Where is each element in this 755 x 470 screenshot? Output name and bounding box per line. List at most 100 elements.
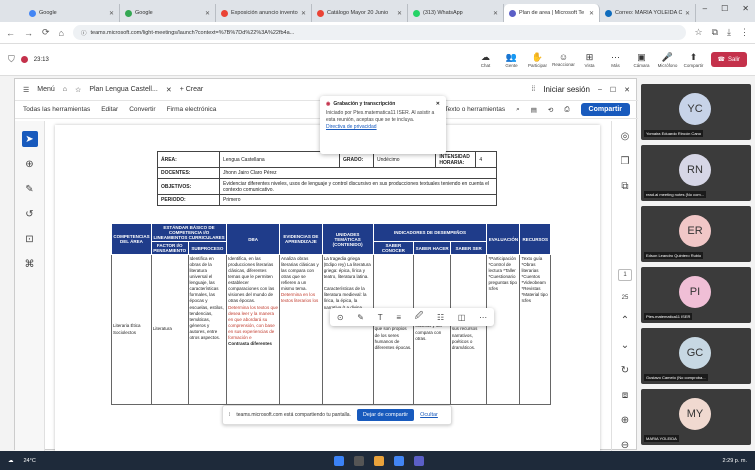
format-tool-icon[interactable]: ✎ [357, 313, 364, 322]
star-icon[interactable]: ☆ [75, 86, 81, 94]
close-tab-icon[interactable]: ✕ [685, 10, 690, 17]
back-icon[interactable]: ← [6, 28, 15, 38]
files-icon[interactable] [374, 455, 385, 466]
save-icon[interactable]: ▤ [531, 106, 537, 114]
cursor-tool-icon[interactable]: ➤ [21, 131, 38, 147]
forward-icon[interactable]: → [24, 28, 33, 38]
copy-icon[interactable]: ⧉ [621, 181, 628, 192]
close-tab-icon[interactable]: ✕ [166, 86, 172, 94]
participant-tile[interactable]: PI Ptes.matematica11 ISER [641, 267, 751, 323]
privacy-link[interactable]: Directiva de privacidad [326, 124, 377, 130]
browser-tab-6[interactable]: Correo: MARIA YOLEIDA CANS✕ [600, 4, 696, 22]
doc-title[interactable]: Plan Lengua Castell... [89, 86, 158, 93]
close-tab-icon[interactable]: ✕ [109, 10, 114, 17]
download-icon[interactable]: ⤓ [727, 27, 731, 38]
stamp-tool-icon[interactable]: ⌘ [22, 256, 38, 272]
close-icon[interactable]: ✕ [436, 101, 440, 108]
reload-icon[interactable]: ⟳ [42, 27, 50, 38]
participant-tile[interactable]: YC Yomaira Eduardo Rincón Cano [641, 84, 751, 140]
browser-tab-1[interactable]: Google ✕ [120, 4, 216, 22]
close-icon[interactable]: ✕ [624, 86, 630, 94]
participant-tile[interactable]: MY MARIA YOLEIDA [641, 389, 751, 445]
format-tool-icon[interactable]: ◫ [458, 313, 466, 322]
site-info-icon[interactable]: ⓘ [81, 29, 87, 37]
teams-control-participar[interactable]: ✋ Participar [527, 52, 549, 68]
home-icon[interactable]: ⌂ [59, 28, 64, 38]
fit-page-icon[interactable]: ⧈ [622, 390, 628, 401]
ribbon-item-0[interactable]: Todas las herramientas [23, 106, 90, 113]
drag-handle-icon[interactable]: ⁞ [229, 412, 230, 418]
participant-tile[interactable]: RN read.ai meeting notes (No com... [641, 145, 751, 201]
menu-label[interactable]: Menú [37, 86, 55, 93]
new-button[interactable]: + Crear [180, 86, 204, 93]
comment-icon[interactable]: ◎ [621, 131, 630, 142]
format-tool-icon[interactable]: ☷ [437, 313, 444, 322]
minimize-icon[interactable]: – [598, 86, 602, 93]
print-icon[interactable]: ⎙ [564, 106, 569, 114]
ribbon-item-3[interactable]: Firma electrónica [167, 106, 217, 113]
bookmark-star-icon[interactable]: ☆ [695, 27, 703, 38]
bookmark-icon[interactable]: ❒ [621, 156, 630, 167]
search-icon[interactable] [354, 455, 365, 466]
extensions-icon[interactable]: ⧉ [712, 27, 718, 38]
teams-control-chat[interactable]: ☁ Chat [475, 52, 497, 68]
format-tool-icon[interactable]: T [378, 313, 383, 322]
hamburger-icon[interactable]: ☰ [23, 86, 29, 94]
teams-control-cámara[interactable]: ▣ Cámara [631, 52, 653, 68]
teams-icon[interactable] [414, 455, 425, 466]
restore-icon[interactable]: ☐ [610, 86, 616, 94]
start-icon[interactable] [334, 455, 345, 466]
browser-tab-0[interactable]: Google ✕ [24, 4, 120, 22]
teams-control-más[interactable]: ⋯ Más [605, 52, 627, 68]
chevron-down-icon[interactable]: ⌄ [621, 340, 629, 351]
rotate-icon[interactable]: ↻ [621, 365, 629, 376]
maximize-icon[interactable]: ☐ [721, 4, 728, 13]
browser-tab-4[interactable]: (313) WhatsApp ✕ [408, 4, 504, 22]
page-number[interactable]: 1 [618, 269, 632, 281]
control-label: Reaccionar [552, 61, 575, 67]
browser-tab-2[interactable]: Exposición anuncio invento ✕ [216, 4, 312, 22]
teams-control-micrófono[interactable]: 🎤 Micrófono [657, 52, 679, 68]
ribbon-item-1[interactable]: Editar [101, 106, 118, 113]
search-icon[interactable]: ⌕ [516, 106, 520, 114]
format-tool-icon[interactable]: ⋯ [479, 313, 487, 322]
close-tab-icon[interactable]: ✕ [589, 10, 594, 17]
participant-tile[interactable]: GC Gustavo Camelo (No comproba... [641, 328, 751, 384]
close-tab-icon[interactable]: ✕ [397, 10, 402, 17]
hide-button[interactable]: Ocultar [420, 412, 438, 418]
close-tab-icon[interactable]: ✕ [493, 10, 498, 17]
stop-share-button[interactable]: Dejar de compartir [356, 409, 415, 421]
grid-icon[interactable]: ⁞⁞ [531, 86, 535, 93]
share-button[interactable]: Compartir [580, 103, 630, 116]
text-box-tool-icon[interactable]: ⊡ [22, 231, 38, 247]
lasso-tool-icon[interactable]: ↺ [22, 206, 38, 222]
minimize-icon[interactable]: – [703, 4, 707, 13]
close-tab-icon[interactable]: ✕ [301, 10, 306, 17]
pen-tool-icon[interactable]: ✎ [22, 181, 38, 197]
home-icon[interactable]: ⌂ [63, 86, 67, 93]
zoom-out-icon[interactable]: ⊖ [621, 440, 629, 451]
teams-control-reaccionar[interactable]: ☺ Reaccionar [552, 52, 575, 68]
teams-control-vista[interactable]: ⊞ Vista [579, 52, 601, 68]
format-tool-icon[interactable]: 🖉 [415, 310, 424, 324]
browser-menu-icon[interactable]: ⋮ [740, 27, 749, 38]
ribbon-item-2[interactable]: Convertir [129, 106, 155, 113]
close-window-icon[interactable]: ✕ [742, 4, 749, 13]
chrome-icon[interactable] [394, 455, 405, 466]
browser-tab-5[interactable]: Plan de area | Microsoft Te ✕ [504, 4, 600, 22]
teams-control-compartir[interactable]: ⬆ Compartir [683, 52, 705, 68]
close-tab-icon[interactable]: ✕ [205, 10, 210, 17]
teams-control-gente[interactable]: 👥 Gente [501, 52, 523, 68]
chevron-up-icon[interactable]: ⌃ [621, 315, 629, 326]
zoom-tool-icon[interactable]: ⊕ [22, 156, 38, 172]
link-icon[interactable]: ⟲ [548, 106, 553, 114]
signin-link[interactable]: Iniciar sesión [543, 85, 590, 94]
participant-tile[interactable]: ER Edson Leandro Quintero Rubio [641, 206, 751, 262]
zoom-in-icon[interactable]: ⊕ [621, 415, 629, 426]
format-tool-icon[interactable]: ⊙ [337, 313, 344, 322]
url-field[interactable]: ⓘ teams.microsoft.com/light-meetings/lau… [72, 25, 686, 40]
leave-button[interactable]: ☎ Salir [710, 52, 747, 67]
browser-tab-3[interactable]: Catálogo Mayor 20 Junio ✕ [312, 4, 408, 22]
format-tool-icon[interactable]: ≡ [396, 313, 401, 322]
tools-search-label[interactable]: Texto o herramientas [444, 106, 505, 113]
